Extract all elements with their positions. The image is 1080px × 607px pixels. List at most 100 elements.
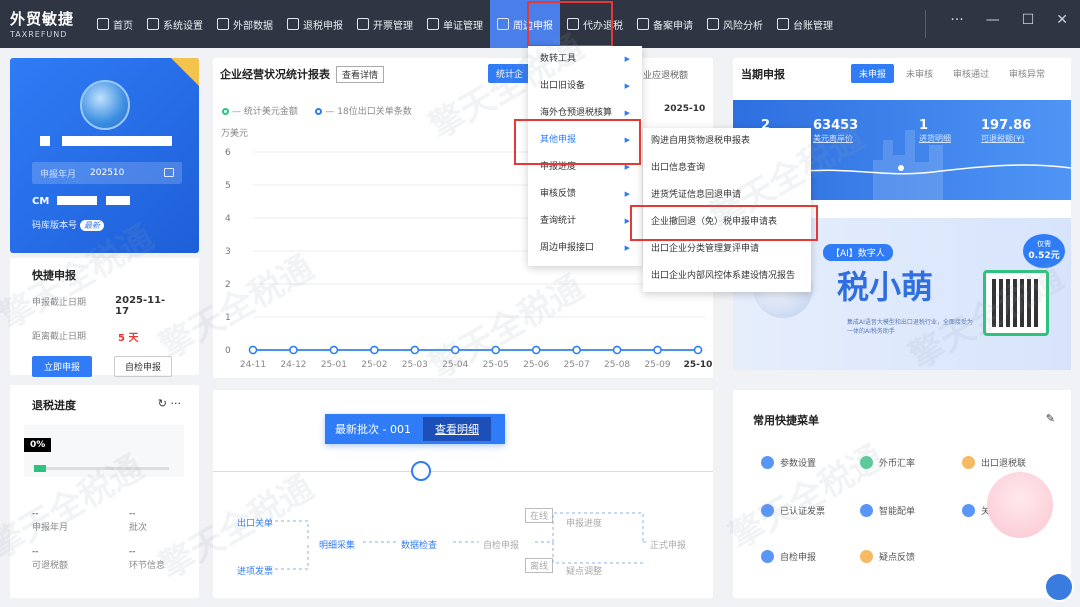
nav-item-7[interactable]: 代办退税 xyxy=(560,0,630,48)
progress-fill xyxy=(34,465,46,472)
shortcut-item-7[interactable]: 疑点反馈 xyxy=(860,550,915,563)
chart-icon xyxy=(217,18,229,30)
menu-item-label: 周边申报接口 xyxy=(540,243,595,253)
today-tab-3[interactable]: 审核异常 xyxy=(1001,64,1053,83)
submenu-item-5[interactable]: 出口企业内部风控体系建设情况报告 xyxy=(643,263,811,290)
data-point[interactable] xyxy=(693,345,703,355)
nav-item-9[interactable]: 风险分析 xyxy=(700,0,770,48)
avatar xyxy=(80,80,130,130)
today-tab-0[interactable]: 未申报 xyxy=(851,64,895,83)
more-button[interactable]: ··· xyxy=(950,12,963,28)
declare-now-button[interactable]: 立即申报 xyxy=(32,356,93,377)
menu-item-4[interactable]: 申报进度 ▶ xyxy=(528,154,642,181)
menu-item-2[interactable]: 海外仓预退税核算 ▶ xyxy=(528,100,642,127)
menu-item-5[interactable]: 审核反馈 ▶ xyxy=(528,181,642,208)
minimize-button[interactable]: — xyxy=(986,12,1000,28)
view-batch-detail-link[interactable]: 查看明细 xyxy=(422,417,491,441)
data-point[interactable] xyxy=(370,345,379,355)
caret-right-icon: ▶ xyxy=(624,244,630,252)
y-tick-label: 5 xyxy=(225,181,231,191)
menu-item-0[interactable]: 数转工具 ▶ xyxy=(528,46,642,73)
nav-item-8[interactable]: 备案申请 xyxy=(630,0,700,48)
stat-3[interactable]: 197.86 可退税额(¥) xyxy=(981,118,1031,144)
self-check-button[interactable]: 自检申报 xyxy=(114,356,173,377)
today-tab-1[interactable]: 未审核 xyxy=(898,64,941,83)
menu-item-label: 申报进度 xyxy=(540,162,577,172)
shortcut-label: 已认证发票 xyxy=(780,507,826,517)
nav-label: 代办退税 xyxy=(583,20,623,32)
today-tab-2[interactable]: 审核通过 xyxy=(945,64,997,83)
maximize-button[interactable]: ☐ xyxy=(1022,12,1035,28)
refresh-icon[interactable]: ↻ ··· xyxy=(158,397,181,410)
stat-label: 进货明细 xyxy=(919,134,951,143)
stat-1[interactable]: 63453 美元离岸价 xyxy=(813,118,858,144)
menu-item-7[interactable]: 周边申报接口 ▶ xyxy=(528,235,642,262)
data-point[interactable] xyxy=(289,345,298,355)
progress-fields: -- -- 申报年月 批次 -- -- 可退税额 环节信息 xyxy=(32,507,172,573)
data-point[interactable] xyxy=(248,345,258,355)
submenu-item-0[interactable]: 购进自用货物退税申报表 xyxy=(643,128,811,155)
nav-item-2[interactable]: 外部数据 xyxy=(210,0,280,48)
submenu-item-2[interactable]: 进货凭证信息回退申请 xyxy=(643,182,811,209)
submenu-item-4[interactable]: 出口企业分类管理复评申请 xyxy=(643,236,811,263)
stat-label: 可退税额(¥) xyxy=(981,134,1025,143)
menu-item-label: 审核反馈 xyxy=(540,189,577,199)
submenu-item-3[interactable]: 企业撤回退（免）税申报申请表 xyxy=(643,209,811,236)
close-button[interactable]: ✕ xyxy=(1056,12,1068,28)
ai-desc: 集成AI语音大模型和出口退税行业，全面接受为一体的AI税务助手 xyxy=(847,319,973,335)
data-point[interactable] xyxy=(451,345,460,355)
shortcut-item-3[interactable]: 已认证发票 xyxy=(761,504,825,517)
nav-item-0[interactable]: 首页 xyxy=(90,0,140,48)
submenu-item-1[interactable]: 出口信息查询 xyxy=(643,155,811,182)
menu-item-1[interactable]: 出口旧设备 ▶ xyxy=(528,73,642,100)
data-point[interactable] xyxy=(491,345,500,355)
price-badge-value: 0.52元 xyxy=(1028,251,1060,261)
flow-step-1: 进项发票 xyxy=(237,567,274,577)
stat-value: 197.86 xyxy=(981,118,1032,133)
settings-icon xyxy=(147,18,159,30)
menu-item-label: 海外仓预退税核算 xyxy=(540,108,613,118)
menu-item-label: 查询统计 xyxy=(540,216,577,226)
edit-icon[interactable]: ✎ xyxy=(1046,412,1055,425)
quick-declare-card: 快捷申报 申报截止日期 2025-11-17 距离截止日期 5 天 立即申报 自检申报 xyxy=(10,258,199,377)
nav-item-10[interactable]: 台账管理 xyxy=(770,0,840,48)
flow-step-7: 申报进度 xyxy=(566,519,603,529)
calendar-icon[interactable] xyxy=(164,168,174,177)
period-selector[interactable]: 申报年月 202510 xyxy=(32,162,182,184)
masked-code xyxy=(56,196,97,205)
menu-item-6[interactable]: 查询统计 ▶ xyxy=(528,208,642,235)
x-tick-label: 25-10 xyxy=(684,360,713,370)
data-point[interactable] xyxy=(612,345,622,355)
latest-batch-label: 最新批次 - 001 xyxy=(335,423,411,436)
data-point[interactable] xyxy=(572,345,581,355)
shortcut-item-2[interactable]: 出口退税联 xyxy=(962,456,1026,469)
data-point[interactable] xyxy=(653,345,662,355)
field-batch-label: 批次 xyxy=(129,523,148,533)
nav-item-3[interactable]: 退税申报 xyxy=(280,0,350,48)
masked-code xyxy=(106,196,131,205)
nav-label: 开票管理 xyxy=(373,20,413,32)
shortcut-item-6[interactable]: 自检申报 xyxy=(761,550,816,563)
nav-item-5[interactable]: 单证管理 xyxy=(420,0,490,48)
app-logo: 外贸敏捷 TAXREFUND xyxy=(10,8,74,39)
latest-batch-box: 最新批次 - 001 查看明细 xyxy=(325,414,505,444)
data-point[interactable] xyxy=(531,345,541,355)
peripheral-dropdown: 数转工具 ▶ 出口旧设备 ▶ 海外仓预退税核算 ▶ 其他申报 ▶ 申报进度 ▶ 审核反馈 ▶ 查询统计 ▶… xyxy=(528,46,642,266)
assistant-robot-icon[interactable] xyxy=(1044,572,1074,602)
shortcut-item-4[interactable]: 智能配单 xyxy=(860,504,915,517)
stat-2[interactable]: 1 进货明细 xyxy=(919,118,951,144)
shortcut-item-1[interactable]: 外币汇率 xyxy=(860,456,915,469)
shortcut-item-0[interactable]: 参数设置 xyxy=(761,456,816,469)
stat-label: 美元离岸价 xyxy=(813,134,853,143)
nav-item-4[interactable]: 开票管理 xyxy=(350,0,420,48)
data-point[interactable] xyxy=(329,345,339,355)
data-point[interactable] xyxy=(410,345,420,355)
y-tick-label: 3 xyxy=(225,247,231,257)
home-icon xyxy=(97,18,109,30)
x-tick-label: 25-05 xyxy=(483,360,509,370)
nav-item-1[interactable]: 系统设置 xyxy=(140,0,210,48)
qr-code-icon[interactable] xyxy=(983,270,1049,336)
nav-item-6[interactable]: 周边申报 xyxy=(490,0,560,48)
caret-right-icon: ▶ xyxy=(624,82,630,90)
menu-item-3[interactable]: 其他申报 ▶ xyxy=(528,127,642,154)
